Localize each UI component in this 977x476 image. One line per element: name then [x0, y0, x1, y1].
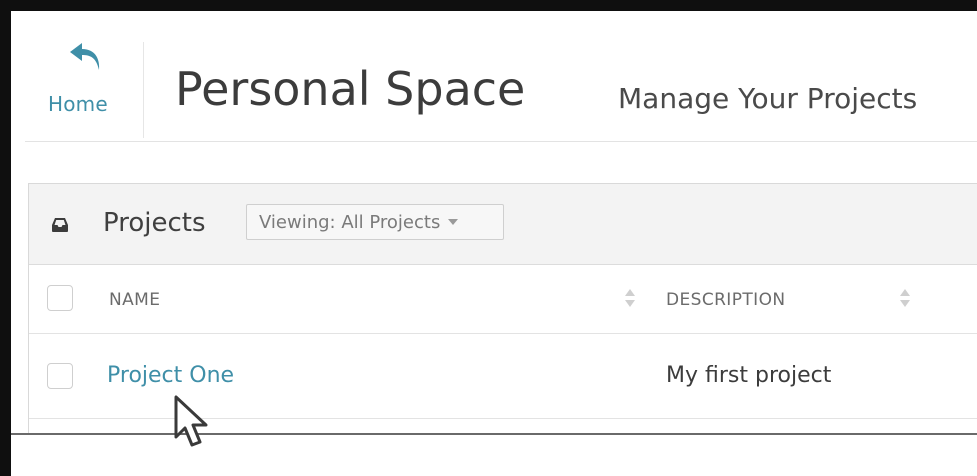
viewing-filter-dropdown[interactable]: Viewing: All Projects: [246, 204, 504, 240]
below-window-area: [11, 435, 977, 476]
projects-panel-header: Projects Viewing: All Projects: [29, 184, 977, 265]
project-name-link[interactable]: Project One: [107, 363, 234, 388]
screen-border-top: [0, 0, 977, 11]
sort-icon[interactable]: [624, 287, 636, 311]
header-divider: [143, 42, 144, 138]
select-all-checkbox[interactable]: [47, 285, 73, 311]
caret-down-icon: [448, 219, 459, 225]
home-label[interactable]: Home: [48, 92, 108, 116]
undo-arrow-icon: [70, 43, 100, 70]
row-checkbox[interactable]: [47, 363, 73, 389]
project-description: My first project: [666, 363, 832, 388]
sort-icon[interactable]: [899, 287, 911, 311]
screen-border-left: [0, 0, 11, 476]
projects-panel: Projects Viewing: All Projects NAME DESC…: [28, 183, 977, 436]
page-title: Personal Space: [175, 62, 526, 116]
column-header-description[interactable]: DESCRIPTION: [666, 290, 785, 310]
projects-panel-title: Projects: [103, 208, 206, 238]
app-window: Home Personal Space Manage Your Projects…: [0, 0, 977, 476]
inbox-icon: [52, 218, 68, 232]
table-row: Project One My first project: [29, 334, 977, 419]
column-header-name[interactable]: NAME: [109, 290, 160, 310]
header-rule: [25, 141, 977, 142]
home-nav[interactable]: Home: [40, 38, 140, 128]
viewing-filter-label: Viewing: All Projects: [259, 211, 441, 233]
page-subtitle: Manage Your Projects: [618, 82, 918, 115]
table-header-row: NAME DESCRIPTION: [29, 265, 977, 334]
